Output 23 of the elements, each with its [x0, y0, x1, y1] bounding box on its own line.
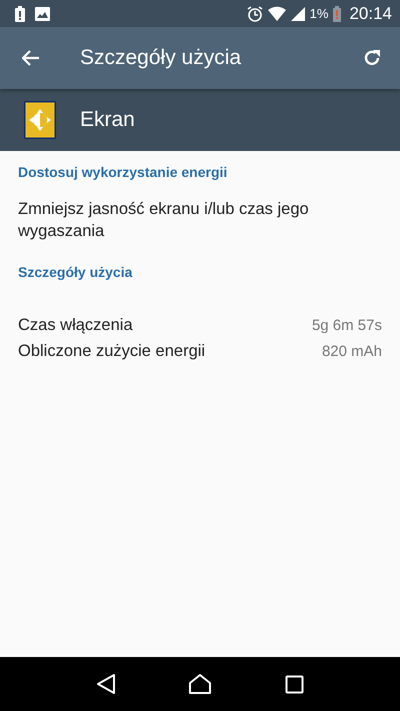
detail-label: Czas włączenia: [18, 316, 133, 334]
alarm-icon: [246, 6, 263, 22]
detail-value: 820 mAh: [322, 342, 382, 360]
home-icon[interactable]: [188, 673, 212, 695]
wifi-icon: [268, 6, 286, 21]
suggestion-text[interactable]: Zmniejsz jasność ekranu i/lub czas jego wygaszania: [18, 198, 382, 242]
image-icon: [35, 6, 50, 20]
battery-alert-icon: [15, 6, 25, 22]
back-arrow-icon[interactable]: [22, 50, 40, 66]
back-icon[interactable]: [96, 673, 116, 695]
battery-low-icon: [333, 6, 342, 22]
screen-title: Szczegóły użycia: [80, 46, 242, 70]
refresh-icon[interactable]: [362, 48, 382, 68]
app-name: Ekran: [80, 108, 135, 132]
signal-icon: [290, 6, 305, 20]
detail-label: Obliczone zużycie energii: [18, 342, 206, 360]
battery-percent: 1%: [310, 6, 328, 21]
recent-apps-icon[interactable]: [284, 674, 304, 694]
brightness-icon: [24, 101, 56, 139]
detail-value: 5g 6m 57s: [312, 316, 382, 334]
clock: 20:14: [349, 4, 392, 24]
section-heading: Dostosuj wykorzystanie energii: [18, 163, 228, 182]
section-heading: Szczegóły użycia: [18, 263, 134, 282]
